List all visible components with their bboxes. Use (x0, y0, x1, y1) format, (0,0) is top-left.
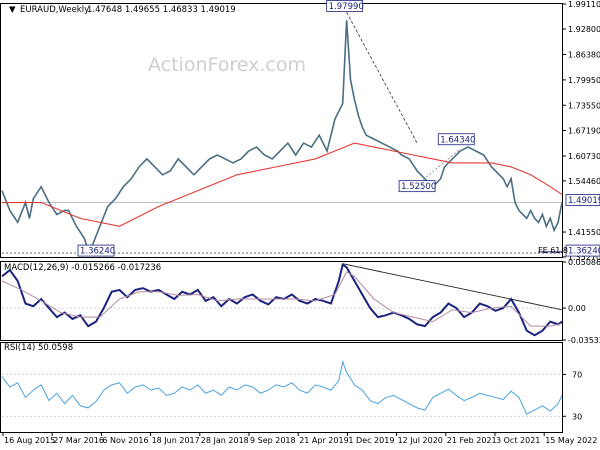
y-tick-label: 1.79950 (568, 76, 600, 85)
chart-canvas: 1.99110 1.92800 1.86380 1.79950 1.73550 1.671… (0, 0, 600, 450)
x-tick-label: 21 Feb 2021 (447, 436, 497, 445)
fe-label: FE 61.8 (538, 246, 568, 255)
macd-y-tick-label: 0.050863 (568, 258, 600, 267)
x-tick-label: 1 Dec 2019 (348, 436, 394, 445)
symbol-label: EURAUD,Weekly (20, 5, 89, 15)
rsi-y-tick-label: 70 (572, 370, 582, 379)
macd-title: MACD(12,26,9) -0.015266 -0.017236 (4, 263, 161, 273)
x-tick-label: 12 Jul 2020 (398, 436, 443, 445)
x-tick-label: 9 Sep 2018 (250, 436, 296, 445)
y-tick-label: 1.67190 (568, 126, 600, 135)
y-tick-label: 1.54460 (568, 177, 600, 186)
y-tick-label: 1.73550 (568, 101, 600, 110)
price-annotation-label: 1.52500 (401, 182, 436, 192)
macd-y-tick-label: 0.00 (568, 304, 586, 313)
price-annotation-label: 1.36240 (80, 247, 115, 257)
watermark: ActionForex.com (148, 54, 306, 76)
rsi-y-tick-label: 30 (572, 412, 582, 421)
y-tick-label: 1.41550 (568, 228, 600, 237)
x-tick-label: 15 May 2022 (545, 436, 597, 445)
x-tick-label: 6 Nov 2016 (102, 436, 148, 445)
x-tick-label: 27 Mar 2016 (53, 436, 104, 445)
y-tick-label: 1.60730 (568, 152, 600, 161)
x-tick-label: 16 Aug 2015 (4, 436, 55, 445)
price-annotation-label: 1.49019 (568, 196, 600, 206)
rsi-title: RSI(14) 50.0598 (4, 343, 73, 353)
price-annotation-label: 1.64340 (440, 135, 475, 145)
header-arrow-icon: ▼ (9, 5, 16, 15)
price-annotation-label: 1.36240 (568, 247, 600, 257)
x-tick-label: 18 Jun 2017 (152, 436, 200, 445)
x-tick-label: 3 Oct 2021 (496, 436, 540, 445)
x-tick-label: 28 Jan 2018 (201, 436, 249, 445)
price-annotation-label: 1.97990 (329, 2, 364, 12)
y-tick-label: 1.86380 (568, 50, 600, 59)
ohlc-values: 1.47648 1.49655 1.46833 1.49019 (87, 5, 236, 15)
y-tick-label: 1.99110 (568, 0, 600, 9)
macd-y-tick-label: -0.035322 (568, 336, 600, 345)
x-tick-label: 21 Apr 2019 (299, 436, 348, 445)
y-tick-label: 1.92800 (568, 25, 600, 34)
